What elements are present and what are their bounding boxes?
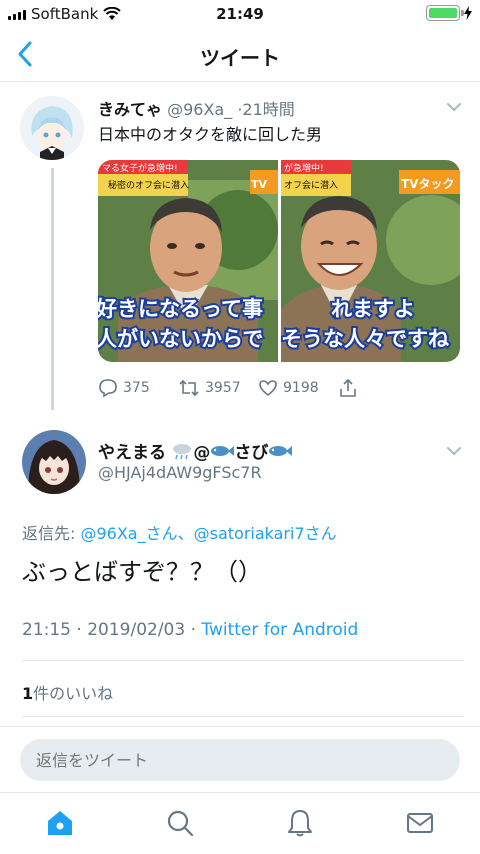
messages-icon xyxy=(407,812,433,833)
name-at: @ xyxy=(193,443,211,463)
likes-count: 1 xyxy=(22,684,34,703)
status-right xyxy=(426,5,472,21)
client-link[interactable]: Twitter for Android xyxy=(201,620,358,640)
chevron-down-icon[interactable] xyxy=(446,446,462,456)
likes-summary[interactable]: 1件のいいね xyxy=(22,680,113,704)
reply-input[interactable] xyxy=(20,739,460,781)
divider xyxy=(22,716,464,717)
fish-icon xyxy=(269,446,293,456)
likes-label: 件のいいね xyxy=(33,684,114,703)
retweet-icon xyxy=(179,379,199,397)
share-action[interactable] xyxy=(338,376,418,400)
status-bar: SoftBank 21:49 xyxy=(0,0,480,28)
avatar[interactable] xyxy=(20,96,84,160)
tab-search[interactable] xyxy=(160,803,200,843)
reply-to-label: 返信先: xyxy=(22,524,81,543)
media-grid[interactable]: マる女子が急増中! 秘密のオフ会に潜入 TV 好きになるって事 人がいないからで xyxy=(98,160,460,362)
banner-text: が急増中! xyxy=(284,162,324,174)
tab-bar xyxy=(0,792,480,854)
rain-cloud-icon xyxy=(173,444,192,460)
parent-tweet[interactable]: きみてゃ @96Xa_ ·21時間 日本中のオタクを敵に回した男 マる女子が急増… xyxy=(0,90,480,410)
caption-bottom: そうな人々ですね xyxy=(281,327,449,351)
tv-label: TVタック xyxy=(401,177,454,191)
tweet-text: 日本中のオタクを敵に回した男 xyxy=(98,125,323,144)
retweet-count: 3957 xyxy=(205,380,241,396)
reply-count: 375 xyxy=(123,380,150,396)
reply-to: 返信先: @96Xa_さん、@satoriakari7さん xyxy=(22,520,337,544)
caption-top: 好きになるって事 xyxy=(98,297,263,321)
tweet-actions: 375 3957 9198 xyxy=(98,376,418,400)
tab-home[interactable] xyxy=(40,803,80,843)
display-name[interactable]: きみてゃ xyxy=(98,100,162,119)
status-time: 21:49 xyxy=(216,5,264,23)
tab-notifications[interactable] xyxy=(280,803,320,843)
fish-icon xyxy=(211,446,235,456)
heart-icon xyxy=(259,380,277,397)
tweet-time: 21時間 xyxy=(242,100,295,119)
tweet-meta: 21:15 · 2019/02/03 · Twitter for Android xyxy=(22,620,358,640)
nav-bar: ツイート xyxy=(0,28,480,82)
like-action[interactable]: 9198 xyxy=(258,376,338,400)
chevron-down-icon[interactable] xyxy=(446,102,462,112)
reply-to-users[interactable]: @96Xa_さん、@satoriakari7さん xyxy=(80,524,336,543)
tab-messages[interactable] xyxy=(400,803,440,843)
banner-text: 秘密のオフ会に潜入 xyxy=(108,179,189,191)
caption-top: れますよ xyxy=(331,297,415,321)
avatar[interactable] xyxy=(22,430,86,494)
reply-action[interactable]: 375 xyxy=(98,376,178,400)
like-count: 9198 xyxy=(283,380,319,396)
home-icon xyxy=(48,810,72,835)
name-prefix: やえまる xyxy=(98,443,166,463)
handle[interactable]: @HJAj4dAW9gFSc7R xyxy=(98,463,262,482)
handle[interactable]: @96Xa_ xyxy=(167,100,232,119)
divider xyxy=(22,660,464,661)
banner-text: オフ会に潜入 xyxy=(284,179,338,191)
reply-icon xyxy=(99,379,117,398)
name-suffix: さび xyxy=(234,443,269,463)
battery-icon xyxy=(426,5,464,21)
retweet-action[interactable]: 3957 xyxy=(178,376,258,400)
page-title: ツイート xyxy=(200,46,280,70)
reply-bar xyxy=(0,726,480,792)
share-icon xyxy=(340,378,356,397)
notifications-icon xyxy=(288,809,312,836)
tv-label: TV xyxy=(251,178,268,191)
search-icon xyxy=(167,810,194,836)
media-image-right[interactable]: が急増中! オフ会に潜入 TVタック れますよ そうな人々ですね xyxy=(280,160,460,362)
caption-bottom: 人がいないからで xyxy=(98,327,263,351)
display-name[interactable]: やえまる @ さび xyxy=(98,438,293,463)
timestamp: 21:15 · 2019/02/03 · xyxy=(22,620,202,640)
charging-icon xyxy=(464,6,472,20)
thread-line xyxy=(51,168,54,410)
banner-text: マる女子が急増中! xyxy=(102,162,178,174)
media-image-left[interactable]: マる女子が急増中! 秘密のオフ会に潜入 TV 好きになるって事 人がいないからで xyxy=(98,160,278,362)
tweet-text: ぶっとばすぞ？？（） xyxy=(22,558,262,586)
tweet-header: きみてゃ @96Xa_ ·21時間 xyxy=(98,96,295,120)
